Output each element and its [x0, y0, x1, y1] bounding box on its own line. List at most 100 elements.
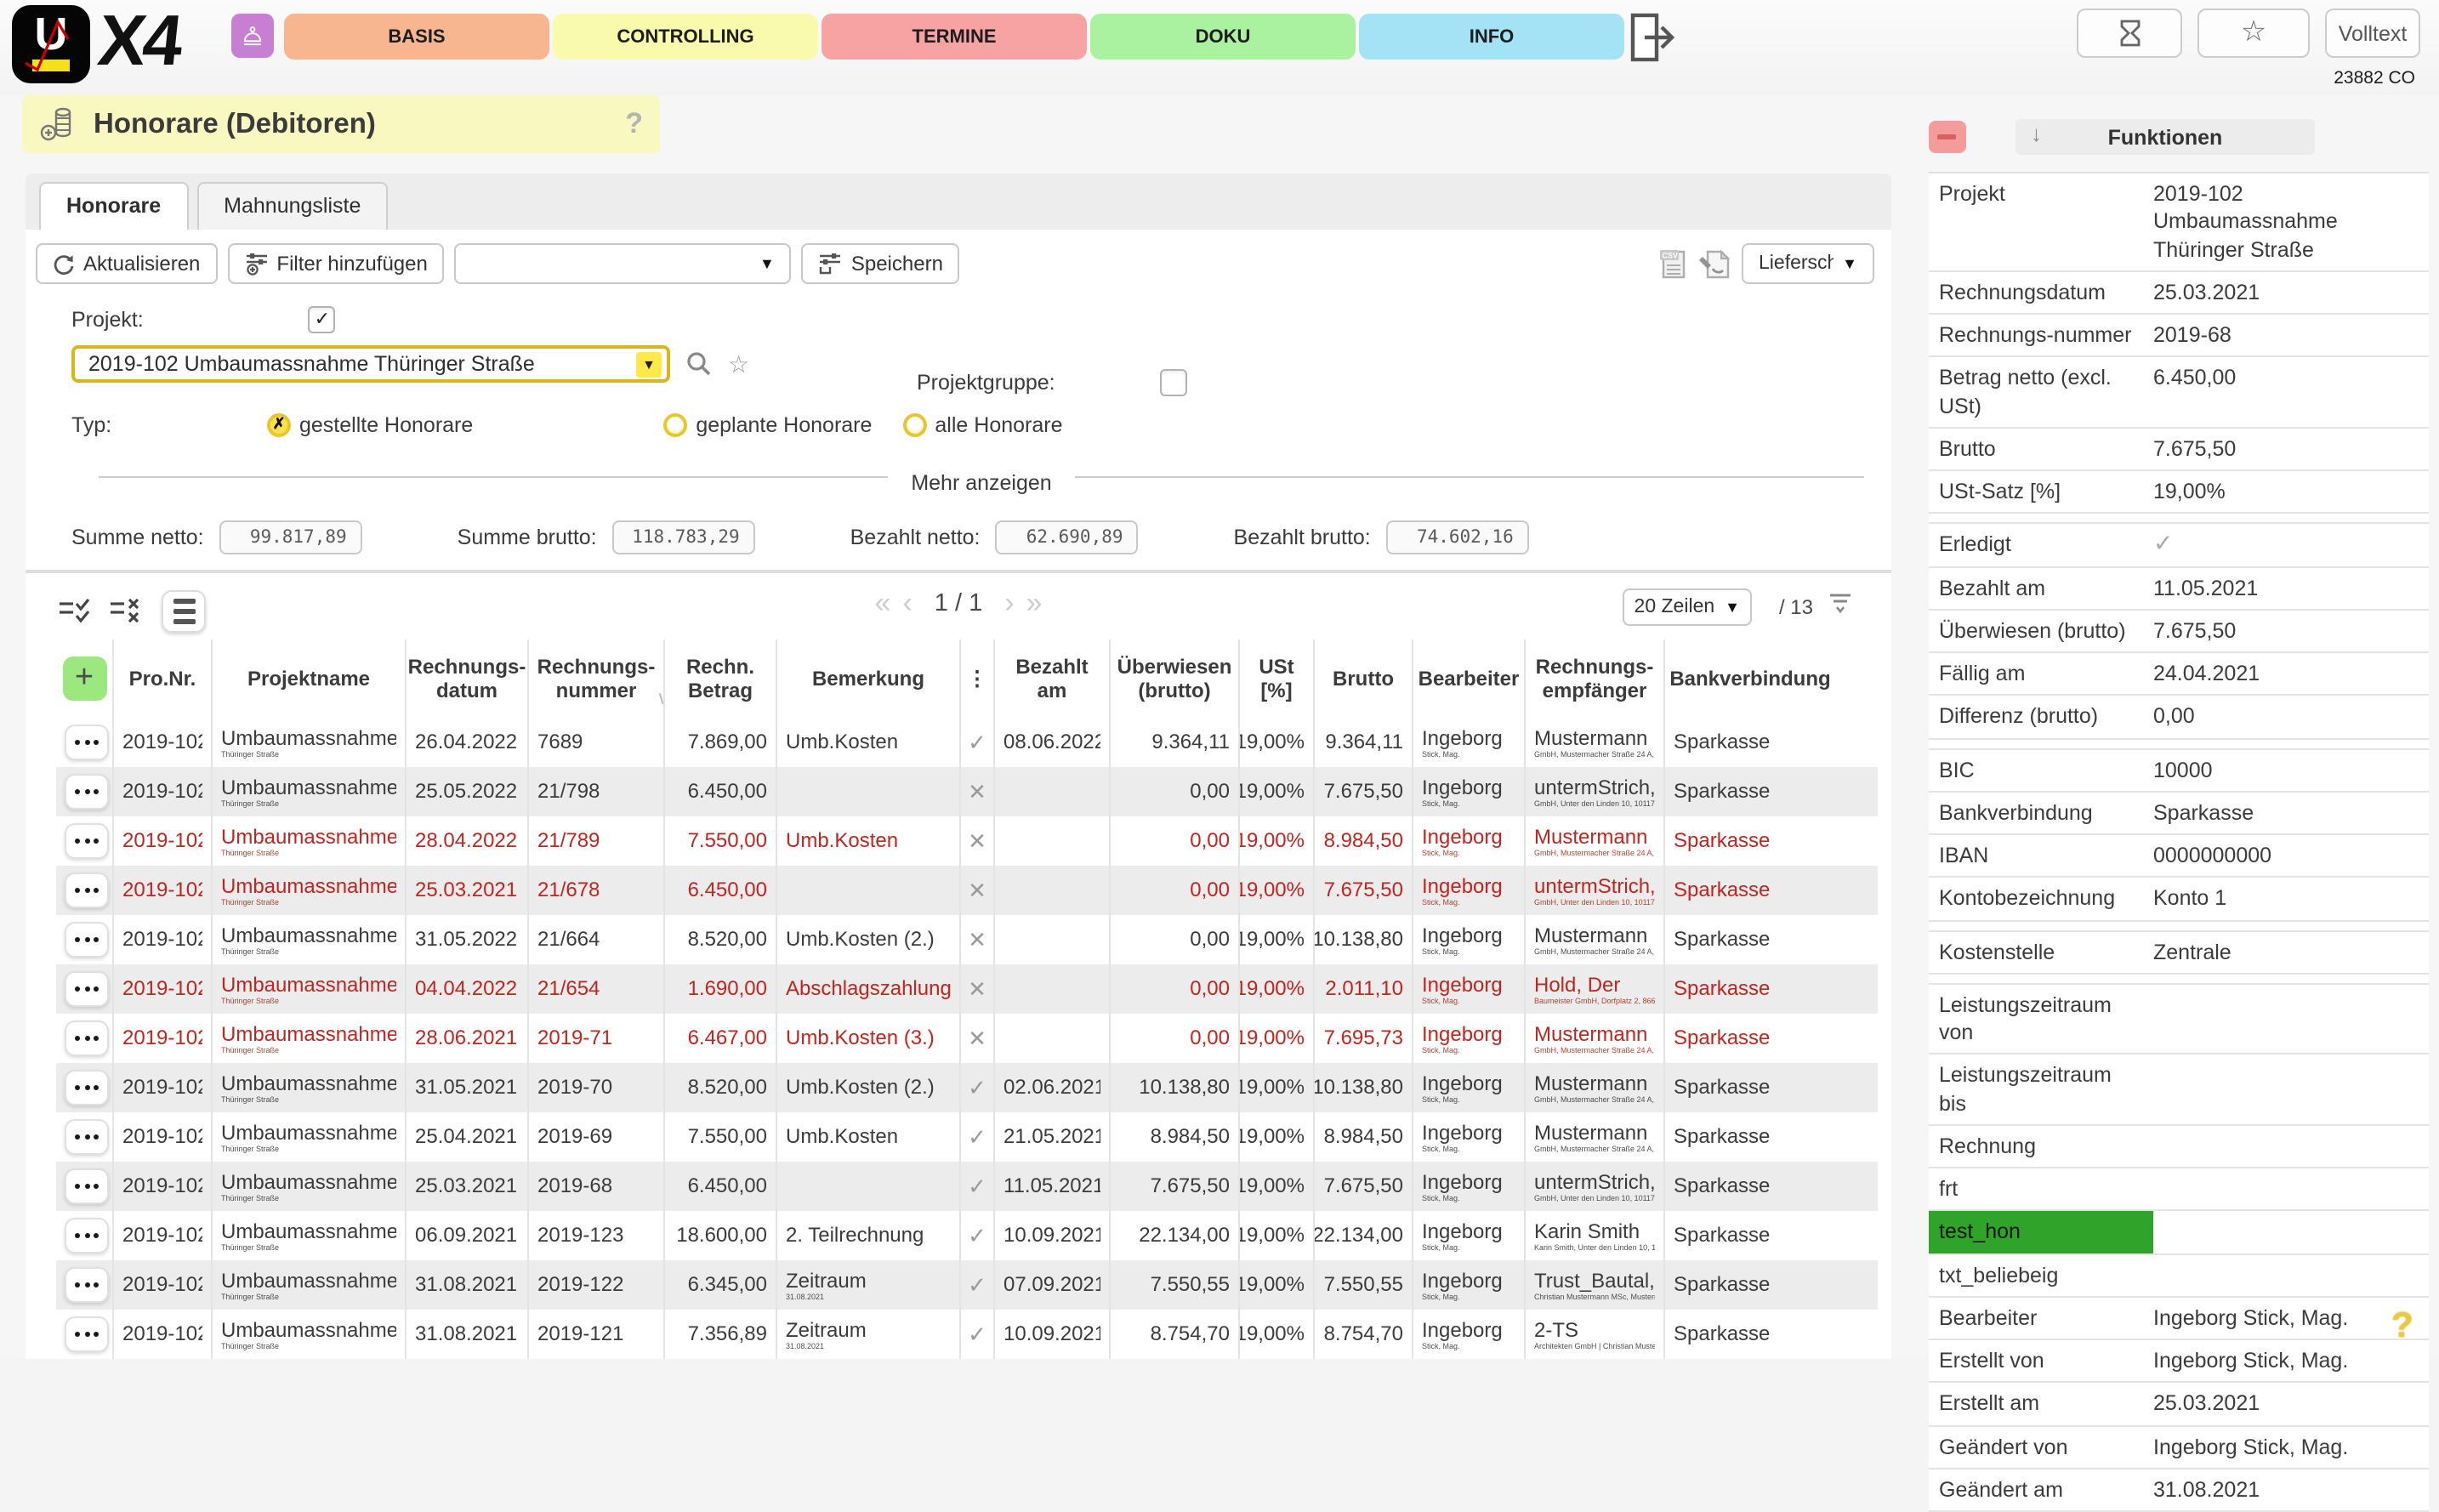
table-row[interactable]: 2019-102 UmbaumassnahmeThüringer Straße … — [56, 1260, 1878, 1310]
row-menu-button[interactable] — [65, 1070, 109, 1106]
cell-empfaenger[interactable]: MustermannGmbH, Mustermacher Straße 24 A… — [1526, 1112, 1665, 1162]
add-filter-button[interactable]: Filter hinzufügen — [227, 243, 444, 284]
col-header-pronr[interactable]: Pro.Nr. — [114, 639, 213, 718]
cell-empfaenger[interactable]: Karin SmithKarin Smith, Unter den Linden… — [1526, 1211, 1665, 1260]
table-row[interactable]: 2019-102 UmbaumassnahmeThüringer Straße … — [56, 816, 1878, 866]
table-row[interactable]: 2019-102 UmbaumassnahmeThüringer Straße … — [56, 767, 1878, 816]
add-row-header: + — [56, 639, 114, 718]
col-header-bearbeiter[interactable]: Bearbeiter — [1413, 639, 1526, 718]
nav-tab-controlling[interactable]: CONTROLLING — [553, 14, 818, 60]
radio-geplante-honorare[interactable] — [663, 412, 687, 436]
col-header-betrag[interactable]: Rechn. Betrag — [665, 639, 777, 718]
projekt-select[interactable]: 2019-102 Umbaumassnahme Thüringer Straße… — [71, 345, 670, 383]
col-header-status[interactable]: ⋮ — [961, 639, 995, 718]
row-menu-button[interactable] — [65, 1119, 109, 1155]
cell-empfaenger[interactable]: untermStrich,GmbH, Unter den Linden 10, … — [1526, 866, 1665, 915]
row-menu-button[interactable] — [65, 1267, 109, 1303]
row-menu-button[interactable] — [65, 1316, 109, 1352]
sort-icon[interactable]: ∨ — [657, 689, 665, 711]
cell-projektname: UmbaumassnahmeThüringer Straße — [213, 1014, 406, 1063]
cell-empfaenger[interactable]: MustermannGmbH, Mustermacher Straße 24 A… — [1526, 1063, 1665, 1112]
projekt-checkbox[interactable]: ✓ — [309, 305, 336, 333]
table-row[interactable]: 2019-102 UmbaumassnahmeThüringer Straße … — [56, 718, 1878, 767]
col-header-bezahlt-am[interactable]: Bezahlt am — [995, 639, 1111, 718]
history-button[interactable] — [2077, 9, 2182, 58]
col-header-rechnungsdatum[interactable]: Rechnungs- datum — [406, 639, 529, 718]
fulltext-search-button[interactable]: Volltext — [2325, 9, 2420, 58]
save-filter-button[interactable]: Speichern — [802, 243, 960, 284]
row-menu-button[interactable] — [65, 1168, 109, 1204]
cell-empfaenger[interactable]: untermStrich,GmbH, Unter den Linden 10, … — [1526, 767, 1665, 816]
logout-button[interactable] — [1628, 10, 1679, 65]
last-page-button[interactable]: » — [1026, 588, 1043, 617]
app-menu-button[interactable] — [231, 14, 274, 58]
col-header-empfaenger[interactable]: Rechnungs- empfänger — [1526, 639, 1665, 718]
cell-empfaenger[interactable]: MustermannGmbH, Mustermacher Straße 24 A… — [1526, 816, 1665, 866]
cell-empfaenger[interactable]: untermStrich,GmbH, Unter den Linden 10, … — [1526, 1162, 1665, 1211]
page-help-icon[interactable]: ? — [625, 107, 643, 141]
next-page-button[interactable]: › — [1004, 588, 1014, 617]
cell-empfaenger[interactable]: MustermannGmbH, Mustermacher Straße 24 A… — [1526, 718, 1665, 767]
radio-label-geplante[interactable]: geplante Honorare — [696, 412, 872, 436]
row-menu-button[interactable] — [65, 1218, 109, 1253]
nav-tab-info[interactable]: INFO — [1359, 14, 1624, 60]
rows-per-page-select[interactable]: 20 Zeilen ▼ — [1623, 588, 1752, 626]
row-menu-button[interactable] — [65, 823, 109, 859]
table-row[interactable]: 2019-102 UmbaumassnahmeThüringer Straße … — [56, 1310, 1878, 1359]
table-row[interactable]: 2019-102 UmbaumassnahmeThüringer Straße … — [56, 1162, 1878, 1211]
export-pdf-button[interactable] — [1699, 247, 1731, 280]
first-page-button[interactable]: « — [875, 588, 891, 617]
row-menu-button[interactable] — [65, 971, 109, 1007]
col-header-bemerkung[interactable]: Bemerkung — [777, 639, 961, 718]
row-menu-button[interactable] — [65, 1020, 109, 1056]
corner-help-icon[interactable]: ? — [2391, 1306, 2413, 1347]
cell-empfaenger[interactable]: MustermannGmbH, Mustermacher Straße 24 A… — [1526, 915, 1665, 964]
column-filter-button[interactable] — [1828, 592, 1854, 614]
nav-tab-termine[interactable]: TERMINE — [822, 14, 1087, 60]
tab-honorare[interactable]: Honorare — [39, 182, 188, 230]
col-header-ueberwiesen[interactable]: Überwiesen (brutto) — [1111, 639, 1240, 718]
table-row[interactable]: 2019-102 UmbaumassnahmeThüringer Straße … — [56, 866, 1878, 915]
cell-empfaenger[interactable]: MustermannGmbH, Mustermacher Straße 24 A… — [1526, 1014, 1665, 1063]
show-more-link[interactable]: Mehr anzeigen — [887, 471, 1075, 495]
col-header-ust[interactable]: USt [%] — [1240, 639, 1315, 718]
print-template-select[interactable]: Lieferschi ▼ — [1742, 243, 1874, 284]
radio-label-gestellte[interactable]: gestellte Honorare — [299, 412, 473, 436]
row-menu-button[interactable] — [65, 873, 109, 908]
projektgruppe-checkbox[interactable] — [1161, 369, 1188, 396]
funktionen-button[interactable]: ↓ Funktionen — [2015, 119, 2315, 155]
saved-filter-select[interactable]: ▼ — [455, 243, 792, 284]
col-header-brutto[interactable]: Brutto — [1315, 639, 1413, 718]
radio-alle-honorare[interactable] — [902, 412, 926, 436]
favorites-button[interactable]: ☆ — [2197, 9, 2310, 58]
table-row[interactable]: 2019-102 UmbaumassnahmeThüringer Straße … — [56, 915, 1878, 964]
col-header-bankverbindung[interactable]: Bankverbindung — [1665, 639, 1835, 718]
cell-empfaenger[interactable]: Hold, DerBaumeister GmbH, Dorfplatz 2, 8… — [1526, 964, 1665, 1014]
cell-rechnungsnummer: 2019-70 — [529, 1063, 665, 1112]
table-row[interactable]: 2019-102 UmbaumassnahmeThüringer Straße … — [56, 1112, 1878, 1162]
table-row[interactable]: 2019-102 UmbaumassnahmeThüringer Straße … — [56, 1014, 1878, 1063]
collapse-sidebar-button[interactable] — [1929, 121, 1966, 153]
tab-mahnungsliste[interactable]: Mahnungsliste — [196, 182, 388, 230]
cell-empfaenger[interactable]: Trust_Bautal,Christian Mustermann MSc, M… — [1526, 1260, 1665, 1310]
add-invoice-button[interactable]: + — [62, 657, 106, 701]
col-header-rechnungsnummer[interactable]: Rechnungs- nummer∨ — [529, 639, 665, 718]
refresh-button[interactable]: Aktualisieren — [36, 243, 217, 284]
radio-label-alle[interactable]: alle Honorare — [935, 412, 1062, 436]
radio-gestellte-honorare[interactable]: ✗ — [267, 412, 291, 436]
projekt-favorite-button[interactable]: ☆ — [728, 350, 749, 378]
row-menu-button[interactable] — [65, 774, 109, 810]
prev-page-button[interactable]: ‹ — [902, 588, 912, 617]
table-row[interactable]: 2019-102 UmbaumassnahmeThüringer Straße … — [56, 1063, 1878, 1112]
projekt-search-button[interactable] — [685, 350, 713, 378]
table-row[interactable]: 2019-102 UmbaumassnahmeThüringer Straße … — [56, 964, 1878, 1014]
cell-bezahlt-am — [995, 964, 1111, 1014]
row-menu-button[interactable] — [65, 725, 109, 760]
nav-tab-doku[interactable]: DOKU — [1090, 14, 1356, 60]
row-menu-button[interactable] — [65, 922, 109, 958]
col-header-projektname[interactable]: Projektname — [213, 639, 406, 718]
table-row[interactable]: 2019-102 UmbaumassnahmeThüringer Straße … — [56, 1211, 1878, 1260]
export-csv-button[interactable]: CSV — [1658, 247, 1689, 280]
nav-tab-basis[interactable]: BASIS — [284, 14, 549, 60]
cell-empfaenger[interactable]: 2-TSArchitekten GmbH | Christian Musterm… — [1526, 1310, 1665, 1359]
